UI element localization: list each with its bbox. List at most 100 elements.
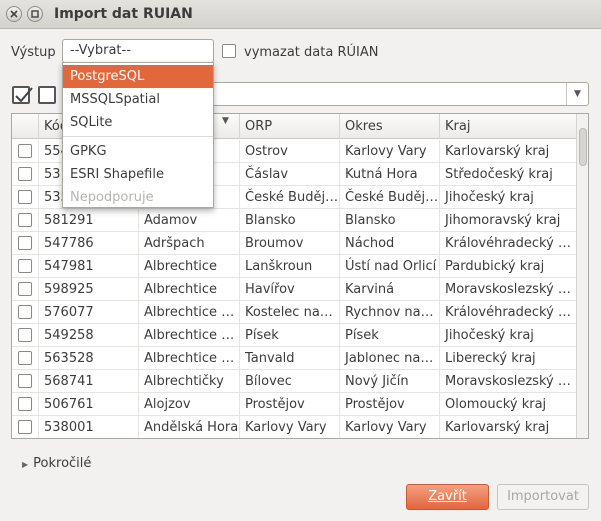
expand-triangle-icon: ▶ — [22, 460, 29, 469]
output-label: Výstup — [11, 45, 56, 60]
row-checkbox-cell — [12, 370, 39, 393]
table-row[interactable]: 549258Albrechtice nad VltavouPísekPísekJ… — [12, 324, 577, 347]
row-checkbox[interactable] — [18, 167, 32, 181]
table-cell: 506761 — [39, 393, 139, 416]
row-checkbox[interactable] — [18, 144, 32, 158]
window-minimize-button[interactable] — [27, 6, 43, 22]
close-button[interactable]: Zavřít — [406, 484, 489, 510]
table-scrollbar[interactable] — [576, 114, 588, 438]
row-checkbox[interactable] — [18, 213, 32, 227]
table-cell: Karlovy Vary — [340, 416, 440, 438]
table-row[interactable]: 547786 Adršpach Broumov Náchod Královéhradec… — [12, 232, 577, 255]
row-checkbox-cell — [12, 324, 39, 347]
table-cell: 547981 — [39, 255, 139, 278]
table-cell: Karviná — [340, 278, 440, 301]
table-cell: Písek — [340, 324, 440, 347]
advanced-label: Pokročilé — [33, 456, 92, 471]
table-cell: Albrechtice nad Vltavou — [139, 324, 240, 347]
table-cell: Středočeský kraj — [440, 163, 577, 186]
scrollbar-thumb[interactable] — [579, 128, 587, 166]
table-cell: Moravskoslezský kraj — [440, 278, 577, 301]
table-cell: Albrechtičky — [139, 370, 240, 393]
row-checkbox[interactable] — [18, 236, 32, 250]
chevron-down-icon: ▼ — [566, 83, 588, 105]
table-cell: Královéhradecký kraj — [440, 232, 577, 255]
row-checkbox[interactable] — [18, 397, 32, 411]
header-checkbox-column — [12, 114, 39, 139]
filter-combo[interactable]: ▼ — [212, 82, 589, 106]
row-checkbox[interactable] — [18, 374, 32, 388]
header-okres[interactable]: Okres — [340, 114, 440, 139]
dropdown-item-postgresql[interactable]: PostgreSQL — [63, 65, 213, 88]
close-icon — [10, 10, 18, 18]
row-checkbox-cell — [12, 393, 39, 416]
table-cell: Blansko — [340, 209, 440, 232]
table-cell: Kutná Hora — [340, 163, 440, 186]
table-cell: Albrechtice v Jizerských horách — [139, 347, 240, 370]
select-none-button[interactable] — [38, 86, 56, 104]
output-dropdown-list: PostgreSQL MSSQLSpatial SQLite GPKG ESRI… — [62, 62, 214, 208]
row-checkbox-cell — [12, 186, 39, 209]
table-cell: 547786 — [39, 232, 139, 255]
table-cell: Olomoucký kraj — [440, 393, 577, 416]
row-checkbox[interactable] — [18, 328, 32, 342]
table-cell: Ústí nad Orlicí — [340, 255, 440, 278]
table-cell: Královéhradecký kraj — [440, 301, 577, 324]
table-cell: Albrechtice — [139, 255, 240, 278]
import-button[interactable]: Importovat — [497, 484, 589, 510]
dropdown-item-gpkg[interactable]: GPKG — [63, 140, 213, 163]
row-checkbox[interactable] — [18, 351, 32, 365]
output-select-value: --Vybrat-- — [70, 43, 131, 58]
table-cell: Jihomoravský kraj — [440, 209, 577, 232]
window-title: Import dat RUIAN — [54, 6, 193, 22]
table-cell: Broumov — [240, 232, 340, 255]
table-cell: Karlovy Vary — [240, 416, 340, 438]
table-cell: Albrechtice nad Orlicí — [139, 301, 240, 324]
import-button-label: Importovat — [507, 489, 579, 504]
table-cell: Prostějov — [240, 393, 340, 416]
advanced-expander[interactable]: ▶ Pokročilé — [22, 456, 91, 471]
table-row[interactable]: 547981 Albrechtice Lanškroun Ústí nad Orlic… — [12, 255, 577, 278]
row-checkbox-cell — [12, 347, 39, 370]
table-row[interactable]: 598925 Albrechtice Havířov Karviná Moravskos… — [12, 278, 577, 301]
header-orp[interactable]: ORP — [240, 114, 340, 139]
table-cell: 576077 — [39, 301, 139, 324]
row-checkbox-cell — [12, 232, 39, 255]
window-close-button[interactable] — [6, 6, 22, 22]
table-row[interactable]: 576077Albrechtice nad OrlicíKostelec nad… — [12, 301, 577, 324]
check-icon — [15, 87, 33, 103]
table-cell: Jihočeský kraj — [440, 186, 577, 209]
row-checkbox[interactable] — [18, 259, 32, 273]
table-cell: 549258 — [39, 324, 139, 347]
select-all-button[interactable] — [12, 86, 33, 104]
table-row[interactable]: 538001 Andělská Hora Karlovy Vary Karlovy V… — [12, 416, 577, 438]
row-checkbox[interactable] — [18, 190, 32, 204]
row-checkbox[interactable] — [18, 420, 32, 434]
dropdown-item-sqlite[interactable]: SQLite — [63, 111, 213, 134]
table-cell: Lanškroun — [240, 255, 340, 278]
row-checkbox[interactable] — [18, 282, 32, 296]
row-checkbox-cell — [12, 140, 39, 163]
table-cell: Adršpach — [139, 232, 240, 255]
table-cell: Karlovy Vary — [340, 140, 440, 163]
table-row[interactable]: 563528Albrechtice v Jizerských horáchTan… — [12, 347, 577, 370]
dropdown-item-esri-shapefile[interactable]: ESRI Shapefile — [63, 163, 213, 186]
table-cell: Moravskoslezský kraj — [440, 370, 577, 393]
row-checkbox-cell — [12, 301, 39, 324]
row-checkbox-cell — [12, 255, 39, 278]
table-cell: 581291 — [39, 209, 139, 232]
dropdown-item-mssqlspatial[interactable]: MSSQLSpatial — [63, 88, 213, 111]
table-row[interactable]: 581291 Adamov Blansko Blansko Jihomoravský k… — [12, 209, 577, 232]
dropdown-item-nepodporuje: Nepodporuje — [70, 190, 154, 205]
dropdown-separator — [63, 136, 213, 137]
erase-data-checkbox[interactable] — [222, 44, 236, 58]
table-cell: Kostelec nad Orlicí — [240, 301, 340, 324]
table-row[interactable]: 506761 Alojzov Prostějov Prostějov Olomoucký… — [12, 393, 577, 416]
table-cell: Liberecký kraj — [440, 347, 577, 370]
output-select[interactable]: --Vybrat-- — [62, 39, 214, 63]
table-cell: Havířov — [240, 278, 340, 301]
table-cell: Karlovarský kraj — [440, 416, 577, 438]
header-kraj[interactable]: Kraj — [440, 114, 577, 139]
row-checkbox[interactable] — [18, 305, 32, 319]
table-row[interactable]: 568741 Albrechtičky Bílovec Nový Jičín Morav… — [12, 370, 577, 393]
